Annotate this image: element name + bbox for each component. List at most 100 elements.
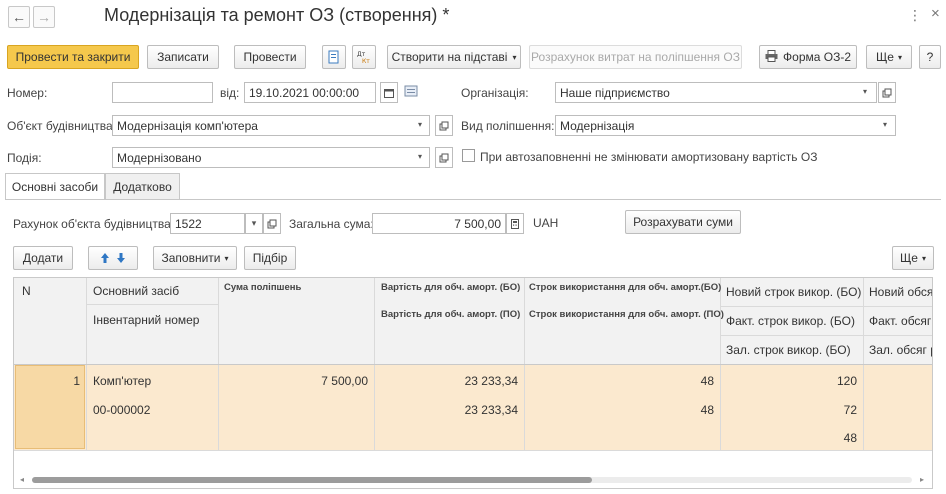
document-icon xyxy=(328,50,339,64)
row-asset[interactable]: Комп'ютер xyxy=(93,374,151,388)
open-icon xyxy=(267,219,277,228)
account-open-button[interactable] xyxy=(263,213,281,234)
improvement-type-field[interactable]: Модернізація xyxy=(555,115,896,136)
calendar-icon xyxy=(384,88,394,98)
chevron-down-icon: ▾ xyxy=(897,52,902,62)
post-button[interactable]: Провести xyxy=(234,45,306,69)
arrow-down-icon[interactable] xyxy=(116,252,126,264)
row-sum[interactable]: 7 500,00 xyxy=(224,374,368,388)
doc-link-icon[interactable] xyxy=(404,84,418,101)
header-divider xyxy=(14,364,932,365)
construction-object-open-button[interactable] xyxy=(435,115,453,136)
col-header-rem-term[interactable]: Зал. строк викор. (БО) xyxy=(726,343,851,357)
horizontal-scrollbar-track[interactable] xyxy=(32,477,912,483)
event-open-button[interactable] xyxy=(435,147,453,168)
col-header-n[interactable]: N xyxy=(22,284,31,298)
account-dropdown-button[interactable]: ▾ xyxy=(245,213,263,234)
close-icon[interactable]: × xyxy=(931,5,940,22)
col-header-term-po[interactable]: Строк використання для обч. аморт. (ПО) xyxy=(529,309,724,320)
move-rows-buttons[interactable] xyxy=(88,246,138,270)
tab-divider xyxy=(5,199,941,200)
row-term-bo[interactable]: 48 xyxy=(530,374,714,388)
row-rem-term[interactable]: 48 xyxy=(726,431,857,445)
more-icon[interactable]: ⋮ xyxy=(908,7,922,24)
event-field[interactable]: Модернізовано xyxy=(112,147,430,168)
col-header-sum[interactable]: Сума поліпшень xyxy=(224,282,301,293)
organization-open-button[interactable] xyxy=(878,82,896,103)
row-divider xyxy=(14,450,932,451)
col-header-fact-volume[interactable]: Факт. обсяг р xyxy=(869,314,932,328)
fill-button[interactable]: Заповнити ▾ xyxy=(153,246,237,270)
scroll-right-icon[interactable]: ▸ xyxy=(920,475,924,484)
more-button[interactable]: Ще ▾ xyxy=(866,45,912,69)
arrow-right-icon: → xyxy=(37,9,51,25)
row-fact-term[interactable]: 72 xyxy=(726,403,857,417)
horizontal-scrollbar-thumb[interactable] xyxy=(32,477,592,483)
row-inventory[interactable]: 00-000002 xyxy=(93,403,150,417)
row-new-term[interactable]: 120 xyxy=(726,374,857,388)
account-label: Рахунок об'єкта будівництва: xyxy=(13,217,175,231)
total-sum-field[interactable]: 7 500,00 xyxy=(372,213,506,234)
create-based-on-button[interactable]: Створити на підставі ▾ xyxy=(387,45,521,69)
col-header-fact-term[interactable]: Факт. строк викор. (БО) xyxy=(726,314,855,328)
row-divider xyxy=(720,306,932,307)
chevron-down-icon[interactable]: ▾ xyxy=(418,120,422,129)
row-n[interactable]: 1 xyxy=(54,374,80,388)
col-header-asset[interactable]: Основний засіб xyxy=(93,284,179,298)
calculate-sums-button[interactable]: Розрахувати суми xyxy=(625,210,741,234)
open-icon xyxy=(439,121,449,130)
tab-main-assets[interactable]: Основні засоби xyxy=(5,173,105,200)
arrow-up-icon[interactable] xyxy=(100,252,110,264)
assets-table[interactable]: N Основний засіб Інвентарний номер Сума … xyxy=(13,277,933,489)
construction-object-field[interactable]: Модернізація комп'ютера xyxy=(112,115,430,136)
calc-improvement-costs-button[interactable]: Розрахунок витрат на поліпшення ОЗ xyxy=(529,45,742,69)
number-field[interactable] xyxy=(112,82,213,103)
form-oz2-button[interactable]: Форма ОЗ-2 xyxy=(759,45,857,69)
row-divider xyxy=(720,335,932,336)
calendar-button[interactable] xyxy=(380,82,398,103)
save-button[interactable]: Записати xyxy=(147,45,219,69)
total-sum-label: Загальна сума: xyxy=(289,217,374,231)
date-label: від: xyxy=(220,86,240,100)
autofill-checkbox[interactable] xyxy=(462,149,475,162)
col-header-cost-po[interactable]: Вартість для обч. аморт. (ПО) xyxy=(381,309,520,320)
improvement-type-label: Вид поліпшення: xyxy=(461,119,555,133)
dt-kt-button[interactable]: Дт Кт xyxy=(352,45,376,69)
col-header-new-term[interactable]: Новий строк викор. (БО) xyxy=(726,285,861,299)
autofill-label: При автозаповненні не змінювати амортизо… xyxy=(480,150,818,164)
row-cost-bo[interactable]: 23 233,34 xyxy=(380,374,518,388)
printer-icon xyxy=(765,49,778,65)
help-button[interactable]: ? xyxy=(919,45,941,69)
col-header-term-bo[interactable]: Строк використання для обч. аморт.(БО) xyxy=(529,282,721,293)
forward-button[interactable]: → xyxy=(33,6,55,28)
back-button[interactable]: ← xyxy=(8,6,30,28)
svg-text:Кт: Кт xyxy=(362,58,370,65)
open-icon xyxy=(439,153,449,162)
organization-field[interactable]: Наше підприємство xyxy=(555,82,877,103)
col-header-new-volume[interactable]: Новий обсяг xyxy=(869,285,932,299)
row-term-po[interactable]: 48 xyxy=(530,403,714,417)
row-cost-po[interactable]: 23 233,34 xyxy=(380,403,518,417)
chevron-down-icon[interactable]: ▾ xyxy=(863,87,867,96)
construction-object-label: Об'єкт будівництва: xyxy=(7,119,117,133)
chevron-down-icon[interactable]: ▾ xyxy=(418,152,422,161)
open-icon xyxy=(882,88,892,97)
scroll-left-icon[interactable]: ◂ xyxy=(20,475,24,484)
account-field[interactable]: 1522 xyxy=(170,213,245,234)
add-row-button[interactable]: Додати xyxy=(13,246,73,270)
print-preview-button[interactable] xyxy=(322,45,346,69)
number-label: Номер: xyxy=(7,86,48,100)
arrow-left-icon: ← xyxy=(12,9,26,25)
col-header-rem-volume[interactable]: Зал. обсяг ро xyxy=(869,343,932,357)
chevron-down-icon[interactable]: ▾ xyxy=(883,120,887,129)
col-header-inventory[interactable]: Інвентарний номер xyxy=(93,313,199,327)
chevron-down-icon: ▾ xyxy=(224,253,229,263)
table-more-button[interactable]: Ще ▾ xyxy=(892,246,934,270)
calculator-button[interactable] xyxy=(506,213,524,234)
post-and-close-button[interactable]: Провести та закрити xyxy=(7,45,139,69)
dt-kt-icon: ДтКт xyxy=(357,51,370,65)
select-button[interactable]: Підбір xyxy=(244,246,296,270)
tab-additional[interactable]: Додатково xyxy=(105,173,180,199)
date-field[interactable]: 19.10.2021 00:00:00 xyxy=(244,82,376,103)
col-header-cost-bo[interactable]: Вартість для обч. аморт. (БО) xyxy=(381,282,520,293)
